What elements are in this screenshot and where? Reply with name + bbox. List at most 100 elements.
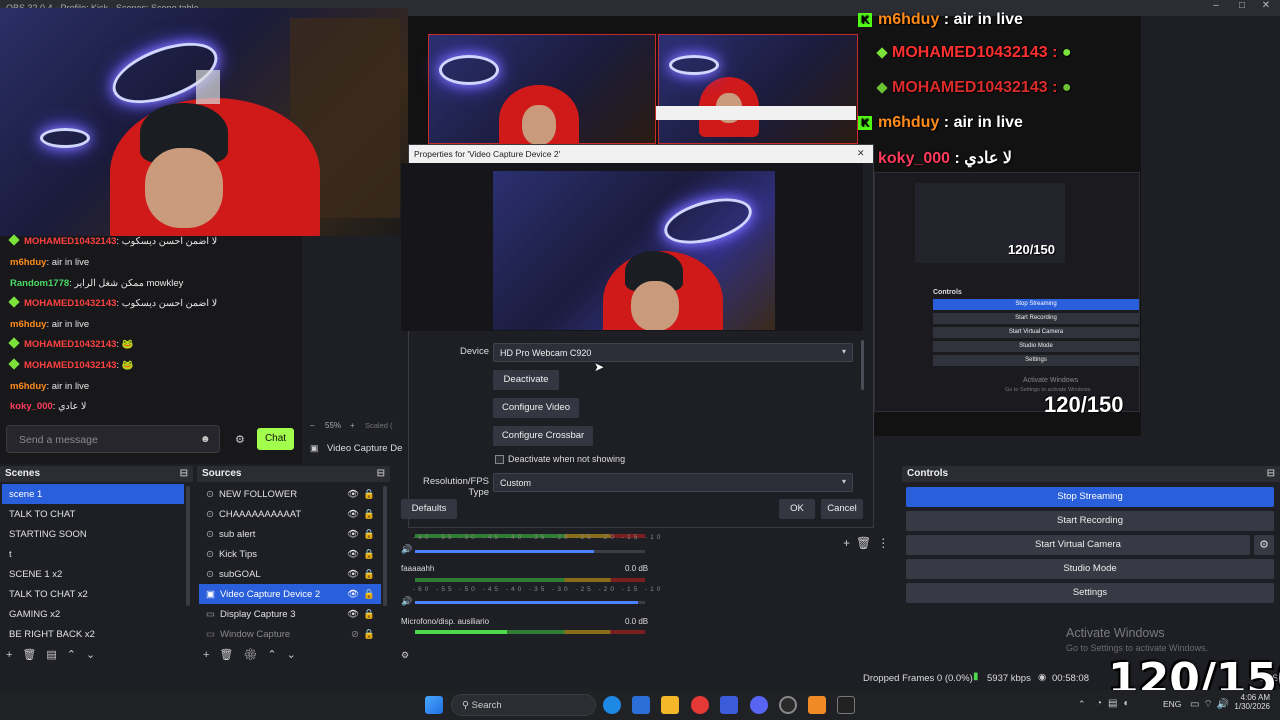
vlc-icon[interactable] [808,696,826,714]
file-explorer-icon[interactable] [661,696,679,714]
chat-message: MOHAMED10432143: لا اضمن احسن ديسكوب [8,234,217,247]
tray-chevron-icon[interactable]: ⌃ [1078,699,1086,710]
scene-item[interactable]: BE RIGHT BACK x2 [2,624,184,644]
mixer-settings-icon[interactable]: ⚙ [401,650,409,661]
sources-toolbar[interactable]: +🗑⚙⌃⌄ [203,648,306,661]
minimize-icon[interactable]: – [1206,0,1226,11]
store-icon[interactable] [632,696,650,714]
taskbar-search[interactable]: ⚲ Search [451,694,596,716]
chat-message: MOHAMED10432143: 🐸 [8,337,134,350]
sources-list: ⊙ NEW FOLLOWER 👁 🔒 ⊙ CHAAAAAAAAAAT 👁 🔒 ⊙ sub al… [197,482,390,666]
activate-windows-sub: Go to Settings to activate Windows. [1066,643,1209,653]
epic-games-icon[interactable] [837,696,855,714]
source-item-selected[interactable]: ▣ Video Capture Device 2 👁 🔒 [199,584,381,604]
meter-bar [415,630,645,634]
discord-icon[interactable] [750,696,768,714]
start-virtual-camera-button[interactable]: Start Virtual Camera [906,535,1250,555]
edge-icon[interactable] [603,696,621,714]
source-item[interactable]: ⊙ CHAAAAAAAAAAT 👁 🔒 [199,504,381,524]
start-recording-button[interactable]: Start Recording [906,511,1274,531]
ok-button[interactable]: OK [779,499,815,519]
defaults-button[interactable]: Defaults [401,499,457,519]
source-item[interactable]: ⊙ subGOAL 👁 🔒 [199,564,381,584]
scene-item[interactable]: scene 1 [2,484,184,504]
maximize-icon[interactable]: □ [1232,0,1252,11]
nested-ctl-4: Settings [933,355,1139,366]
chat-message: m6hduy: air in live [10,257,90,268]
source-item[interactable]: ▭ Display Capture 3 👁 🔒 [199,604,381,624]
stop-streaming-button[interactable]: Stop Streaming [906,487,1274,507]
overlay-line-0: Km6hduy : air in live [858,11,1023,29]
virtual-camera-settings-icon[interactable]: ⚙ [1254,535,1274,555]
dialog-close-icon[interactable]: ✕ [857,148,865,159]
scene-item[interactable]: t [2,544,184,564]
dialog-preview-area [401,163,863,331]
cancel-button[interactable]: Cancel [821,499,863,519]
chat-message: m6hduy: air in live [10,381,90,392]
mail-icon[interactable] [720,696,738,714]
tray-icons[interactable]: ◔▤◐ [1096,698,1136,709]
device-select[interactable]: HD Pro Webcam C920 ▾ [493,343,853,362]
source-item[interactable]: ⊙ sub alert 👁 🔒 [199,524,381,544]
volume-icon[interactable]: 🔊 [401,596,412,607]
configure-video-button[interactable]: Configure Video [493,398,579,418]
nested-ctl-3: Studio Mode [933,341,1139,352]
scenes-scrollbar[interactable] [186,486,190,606]
dialog-title: Properties for 'Video Capture Device 2' [409,145,873,163]
language-indicator[interactable]: ENG [1163,699,1181,709]
scene-item[interactable]: TALK TO CHAT [2,504,184,524]
sources-header: Sources ⊟ [197,466,390,482]
deactivate-button[interactable]: Deactivate [493,370,559,390]
scenes-toolbar[interactable]: +🗑▤⌃⌄ [6,648,105,661]
obs-icon[interactable] [779,696,797,714]
dropped-frames: Dropped Frames 0 (0.0%) [863,673,973,684]
close-icon[interactable]: ✕ [1256,0,1276,11]
emoji-icon[interactable]: ☻ [200,434,211,445]
resolution-select[interactable]: Custom ▾ [493,473,853,492]
chat-message: m6hduy: air in live [10,319,90,330]
windows-start-icon[interactable] [425,696,443,714]
scene-item[interactable]: SCENE 1 x2 [2,564,184,584]
network-volume-icons[interactable]: ▭⌔🔊 [1190,698,1233,711]
scene-item[interactable]: STARTING SOON [2,524,184,544]
overlay-line-1b: MOHAMED10432143 : ● [876,79,1072,97]
preview-zoom-bar: – 55% + Scaled ( ▣ Video Capture De [302,418,408,466]
configure-crossbar-button[interactable]: Configure Crossbar [493,426,593,446]
chat-message: MOHAMED10432143: 🐸 [8,358,134,371]
sources-scrollbar[interactable] [383,486,387,606]
channel-db: 0.0 dB [625,617,649,626]
nested-preview-2 [658,34,858,144]
gear-icon[interactable]: ⚙ [235,433,245,446]
volume-icon[interactable]: 🔊 [401,544,412,555]
studio-mode-button[interactable]: Studio Mode [906,559,1274,579]
transition-toolbar[interactable]: +🗑⋮ [843,536,895,550]
settings-button[interactable]: Settings [906,583,1274,603]
nested-ctl-0: Stop Streaming [933,299,1139,310]
source-item[interactable]: ▭ Window Capture ⊘ 🔒 [199,624,381,644]
meter-scale: -60 -55 -50 -45 -40 -35 -30 -25 -20 -15 … [413,534,692,541]
chat-send-button[interactable]: Chat [257,428,294,450]
camera-icon: ▣ [310,443,319,453]
overlay-line-1: MOHAMED10432143 : ● [876,44,1072,62]
source-item[interactable]: ⊙ NEW FOLLOWER 👁 🔒 [199,484,381,504]
nested-controls-header: Controls [933,289,962,296]
scenes-list: scene 1 TALK TO CHAT STARTING SOON t SCE… [0,482,193,666]
taskbar: ⚲ Search ⌃ ◔▤◐ ENG ▭⌔🔊 4:06 AM 1/30/2026 [0,690,1280,720]
overlay-line-3: Kkoky_000 : لا عادي [858,148,1012,168]
scene-item[interactable]: GAMING x2 [2,604,184,624]
clock[interactable]: 4:06 AM 1/30/2026 [1230,693,1270,711]
deactivate-when-checkbox[interactable] [495,455,504,464]
chat-input[interactable]: Send a message [6,425,220,453]
nested-activate: Activate Windows [1023,377,1079,384]
nested-preview-1 [428,34,656,155]
selected-source-label: Video Capture De [327,443,403,454]
chrome-icon[interactable] [691,696,709,714]
source-item[interactable]: ⊙ Kick Tips 👁 🔒 [199,544,381,564]
meter-bar [415,578,645,582]
resolution-label: Resolution/FPS Type [422,476,489,498]
stream-icon: ◉ [1038,672,1047,683]
dialog-scrollbar[interactable] [861,340,864,390]
properties-dialog: Properties for 'Video Capture Device 2' … [401,144,874,528]
scene-item[interactable]: TALK TO CHAT x2 [2,584,184,604]
channel-name: Microfono/disp. ausiliario [401,617,490,626]
